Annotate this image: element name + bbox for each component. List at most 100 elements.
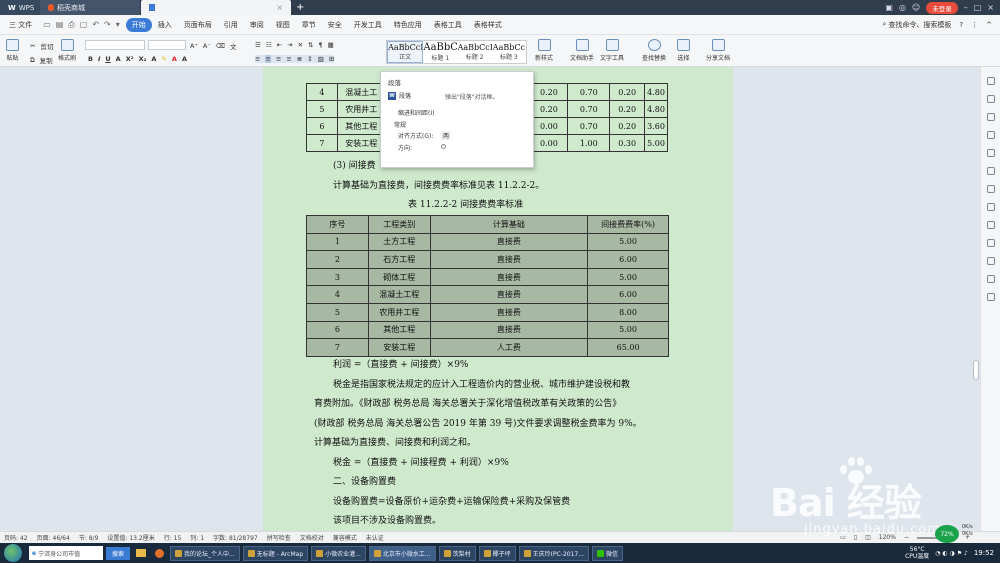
sort-icon[interactable]: ⇅ [308,41,313,49]
table-row[interactable]: 5 农用井工程 直接费 8.00 [306,302,669,322]
strikethrough-icon[interactable]: A [116,55,121,63]
taskbar-search-button[interactable]: 搜索 [106,546,131,560]
undo-icon[interactable]: ↶ [92,20,99,30]
indent-spacing-tab[interactable]: 缩进和间距(I) [398,108,434,117]
text-tools-button[interactable]: 文字工具 [600,39,624,62]
tab-references[interactable]: 引用 [218,18,244,32]
find-replace-button[interactable]: 查找替换 [642,39,666,62]
taskbar-item[interactable]: 微信 [591,545,623,561]
web-view-icon[interactable]: ◫ [865,534,871,541]
paragraph-text[interactable]: 计算基础为直接费、间接费和利润之和。 [314,435,476,448]
line-spacing-icon[interactable]: ↕ [307,55,312,63]
subscript-icon[interactable]: X₂ [139,55,147,63]
layout-icon[interactable] [986,221,995,229]
taskbar-item[interactable]: 我的论坛_个人中... [170,545,240,561]
justify-icon[interactable]: ≡ [286,55,291,63]
font-size-select[interactable] [148,40,186,50]
numbering-icon[interactable]: ☷ [266,41,272,49]
shrink-font-icon[interactable]: A⁻ [203,42,211,50]
align-left-icon[interactable]: ≡ [255,55,260,63]
share-doc-button[interactable]: 分享文档 [706,39,730,62]
help-icon[interactable]: ? [959,21,963,29]
taskbar-item[interactable]: 北京市小微水工... [368,545,436,561]
tab-insert[interactable]: 插入 [152,18,178,32]
chinese-layout-icon[interactable]: ✕ [298,41,303,49]
style-heading-1[interactable]: AaBbC 标题 1 [423,41,457,63]
customize-icon[interactable]: ▾ [116,20,120,30]
table-row[interactable]: 6 其他工程 直接费 5.00 [306,320,669,340]
decrease-indent-icon[interactable]: ⇤ [277,41,282,49]
tray-icons[interactable]: ◔ ◐ ◑ ⚑ ♪ [935,550,968,557]
share-side-icon[interactable] [986,185,995,193]
more-icon[interactable]: ⋮ [971,21,978,29]
history-icon[interactable] [986,275,995,283]
grow-font-icon[interactable]: A⁺ [190,42,198,50]
zoom-out-icon[interactable]: − [904,534,909,541]
tab-review[interactable]: 审阅 [244,18,270,32]
paragraph-text[interactable]: 设备购置费=设备原价+运杂费+运输保险费+采购及保管费 [333,494,570,507]
export-pdf-icon[interactable]: ▤ [56,20,64,30]
cert-status[interactable]: 未认证 [366,533,384,542]
select-button[interactable]: 选择 [677,39,690,62]
text-effect-icon[interactable]: A [151,55,156,63]
style-heading-3[interactable]: AaBbCc 标题 3 [492,41,526,63]
clear-format-icon[interactable]: ⌫ [216,42,225,50]
window-mode-icon[interactable]: ▣ [885,3,893,12]
table-row[interactable]: 4 混凝土工程 直接费 6.00 [306,285,669,304]
show-marks-icon[interactable]: ¶ [318,41,322,49]
table-caption[interactable]: 表 11.2.2-2 间接费费率标准 [408,197,523,210]
tab-section[interactable]: 章节 [296,18,322,32]
tab-features[interactable]: 特色应用 [388,18,428,32]
distribute-icon[interactable]: ≣ [297,55,302,63]
backup-icon[interactable] [986,257,995,265]
taskbar-item[interactable]: 王庆玲(PC-2017... [518,545,589,561]
tab-security[interactable]: 安全 [322,18,348,32]
tab-layout[interactable]: 页面布局 [178,18,218,32]
paragraph-text[interactable]: 税金是指国家税法规定的应计入工程造价内的营业税、城市维护建设税和教 [333,377,630,390]
tab-developer[interactable]: 开发工具 [348,18,388,32]
clock[interactable]: 19:52 [974,549,994,557]
tab-home[interactable]: 开始 [125,17,152,32]
copy-button[interactable]: ⧉ 复制 [30,55,53,66]
taskbar-search-input[interactable]: e 宁洱身公司市值 [29,546,103,560]
compat-mode[interactable]: 兼容模式 [333,533,357,542]
cut-button[interactable]: ✂ 剪切 [30,41,53,51]
direction-radio[interactable] [441,144,446,149]
print-preview-icon[interactable]: ▢ [80,20,88,30]
paragraph-text[interactable]: 该项目不涉及设备购置费。 [333,513,441,526]
alignment-select[interactable]: 两 [441,131,452,140]
tab-table-style[interactable]: 表格样式 [468,18,508,32]
bullets-icon[interactable]: ☰ [255,41,261,49]
tab-table-tools[interactable]: 表格工具 [428,18,468,32]
phonetic-icon[interactable]: 文 [230,41,237,51]
spell-check-toggle[interactable]: 拼写检查 [267,533,291,542]
minimize-icon[interactable]: – [964,3,968,12]
new-style-button[interactable]: 新样式 [535,39,553,62]
zoom-level[interactable]: 120% [879,534,896,541]
heading-equipment-cost[interactable]: 二、设备购置费 [333,474,396,487]
border-dropdown-icon[interactable]: ⊞ [329,55,334,63]
new-tab-button[interactable]: + [296,2,304,13]
table-row[interactable]: 7 安装工程 人工费 65.00 [306,338,669,357]
maximize-icon[interactable]: □ [974,3,982,12]
font-color-icon[interactable]: A [172,55,177,63]
format-painter-button[interactable]: 格式刷 [58,39,76,62]
font-name-select[interactable] [85,40,145,50]
redo-icon[interactable]: ↷ [104,20,111,30]
paragraph-text[interactable]: (财政部 税务总局 海关总署公告 2019 年第 39 号)文件要求调整税金费率… [314,416,642,429]
table-row[interactable]: 1 土方工程 直接费 5.00 [306,232,669,252]
table-row[interactable]: 2 石方工程 直接费 6.00 [306,250,669,269]
shapes-icon[interactable] [986,113,995,121]
login-button[interactable]: 未登录 [926,1,958,14]
pointer-icon[interactable] [986,95,995,103]
template-icon[interactable] [986,149,995,157]
table-row[interactable]: 3 砌体工程 直接费 5.00 [306,267,669,287]
status-section[interactable]: 节: 8/9 [79,533,99,542]
taskbar-item[interactable]: 茨梨村 [438,545,476,561]
increase-indent-icon[interactable]: ⇥ [287,41,292,49]
align-center-icon[interactable]: ≡ [265,55,271,63]
style-normal[interactable]: AaBbCcDd 正文 [387,41,424,63]
star-icon[interactable] [986,167,995,175]
status-setting[interactable]: 设置值: 13.2厘米 [107,533,154,542]
vertical-scrollbar-thumb[interactable] [973,360,979,380]
